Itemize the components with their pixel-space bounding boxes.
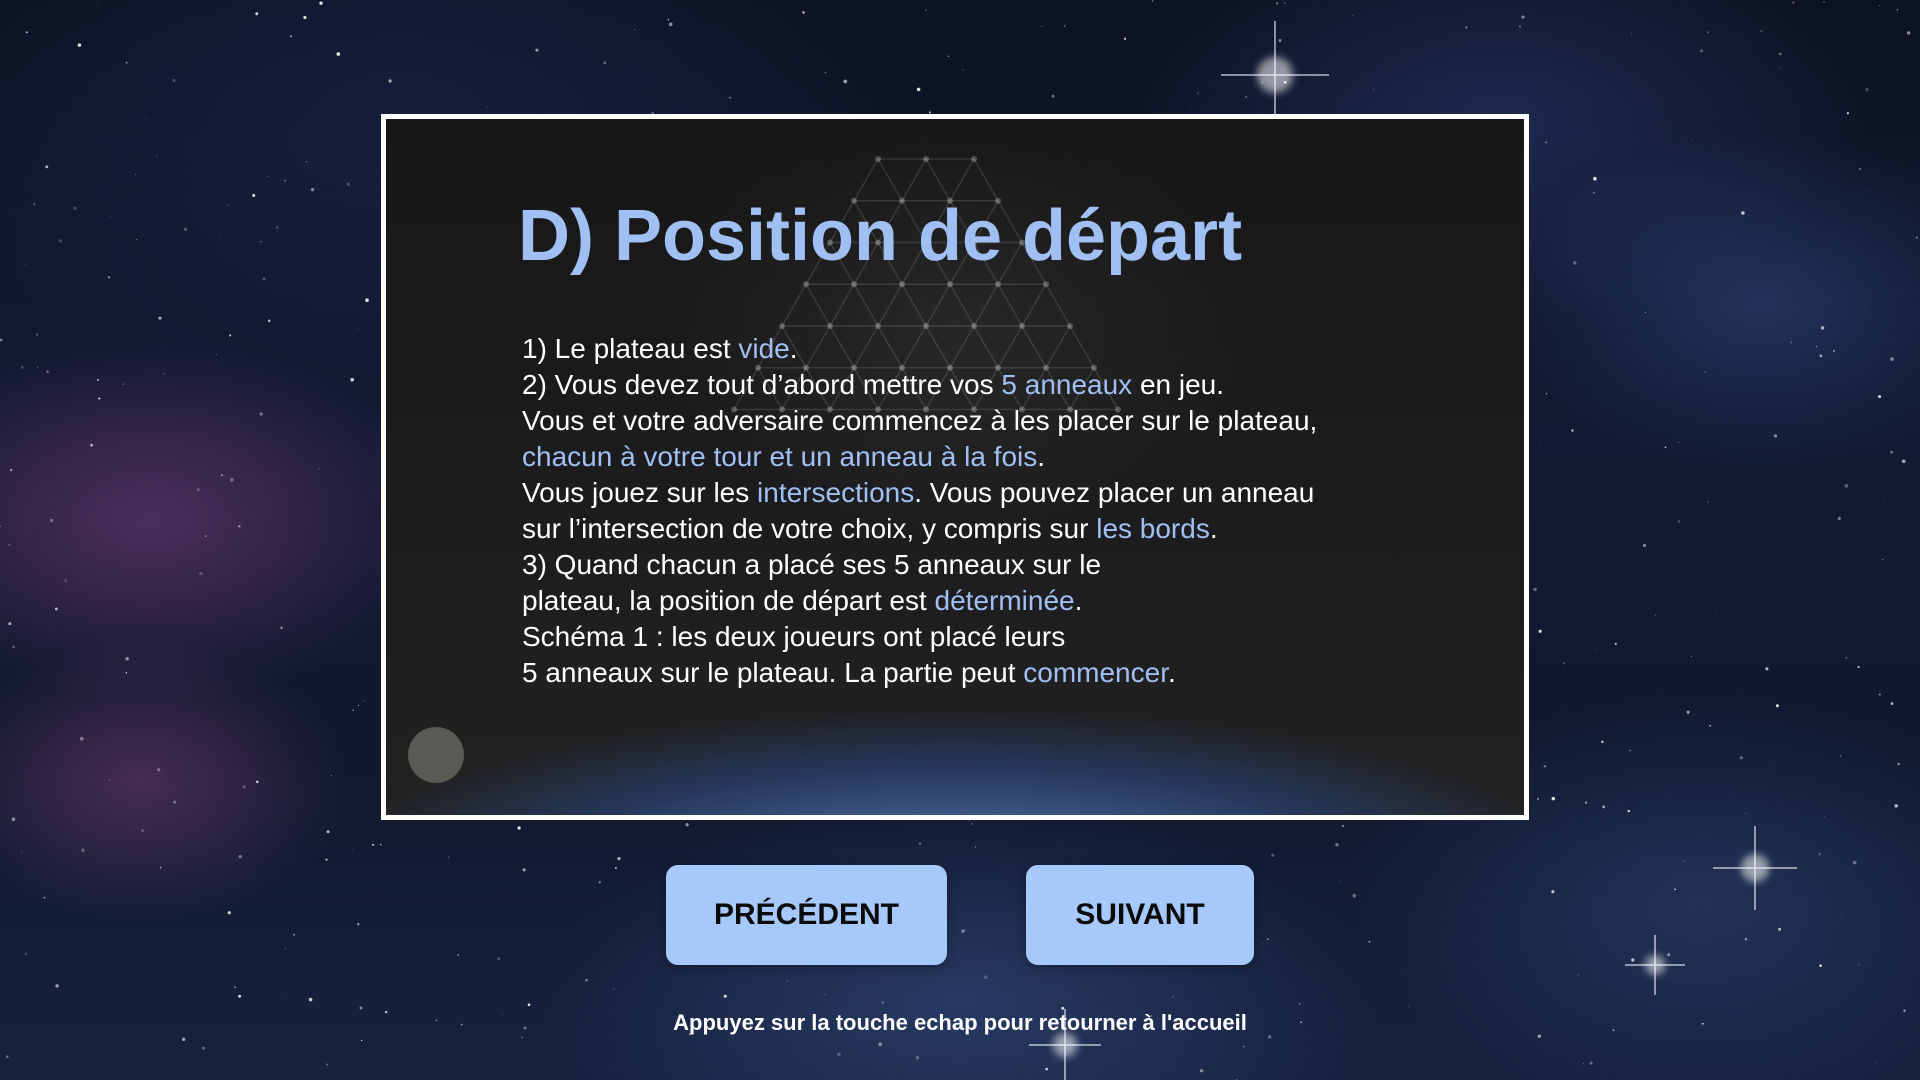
body-text-segment: 1) Le plateau est: [522, 333, 739, 364]
body-text-segment: 2) Vous devez tout d’abord mettre vos: [522, 369, 1002, 400]
escape-hint: Appuyez sur la touche echap pour retourn…: [673, 1010, 1247, 1035]
body-line: 3) Quand chacun a placé ses 5 anneaux su…: [522, 547, 1422, 583]
body-line: sur l’intersection de votre choix, y com…: [522, 511, 1422, 547]
body-line: Vous jouez sur les intersections. Vous p…: [522, 475, 1422, 511]
highlighted-text: 5 anneaux: [1001, 369, 1133, 400]
slide-panel: D) Position de départ 1) Le plateau est …: [381, 114, 1529, 820]
body-text-segment: .: [1209, 513, 1218, 544]
highlighted-text: chacun à votre tour et un anneau à la fo…: [522, 441, 1038, 472]
next-button[interactable]: SUIVANT: [1026, 865, 1254, 965]
body-line: 5 anneaux sur le plateau. La partie peut…: [522, 655, 1422, 691]
body-line: plateau, la position de départ est déter…: [522, 583, 1422, 619]
body-text-segment: .: [789, 333, 798, 364]
slide-body-text: 1) Le plateau est vide. 2) Vous devez tou…: [522, 331, 1422, 691]
highlighted-text: déterminée: [934, 585, 1075, 616]
highlighted-text: vide: [738, 333, 790, 364]
body-text-segment: .: [1037, 441, 1046, 472]
body-text-segment: . Vous pouvez placer un anneau: [914, 477, 1315, 508]
body-text-segment: plateau, la position de départ est: [522, 585, 935, 616]
body-line: 1) Le plateau est vide.: [522, 331, 1422, 367]
highlighted-text: commencer: [1023, 657, 1168, 688]
previous-button[interactable]: PRÉCÉDENT: [666, 865, 947, 965]
body-text-segment: Vous et votre adversaire commencez à les…: [522, 405, 1318, 436]
body-text-segment: 5 anneaux sur le plateau. La partie peut: [522, 657, 1024, 688]
highlighted-text: les bords: [1096, 513, 1210, 544]
body-line: chacun à votre tour et un anneau à la fo…: [522, 439, 1422, 475]
body-text-segment: Schéma 1 : les deux joueurs ont placé le…: [522, 621, 1066, 652]
highlighted-text: intersections: [757, 477, 915, 508]
slide-title: D) Position de départ: [518, 196, 1243, 276]
body-text-segment: .: [1074, 585, 1083, 616]
body-text-segment: en jeu.: [1132, 369, 1225, 400]
body-text-segment: sur l’intersection de votre choix, y com…: [522, 513, 1097, 544]
body-line: 2) Vous devez tout d’abord mettre vos 5 …: [522, 367, 1422, 403]
body-text-segment: .: [1167, 657, 1176, 688]
body-text-segment: Vous jouez sur les: [522, 477, 758, 508]
body-line: Vous et votre adversaire commencez à les…: [522, 403, 1422, 439]
body-text-segment: 3) Quand chacun a placé ses 5 anneaux su…: [522, 549, 1102, 580]
body-line: Schéma 1 : les deux joueurs ont placé le…: [522, 619, 1422, 655]
